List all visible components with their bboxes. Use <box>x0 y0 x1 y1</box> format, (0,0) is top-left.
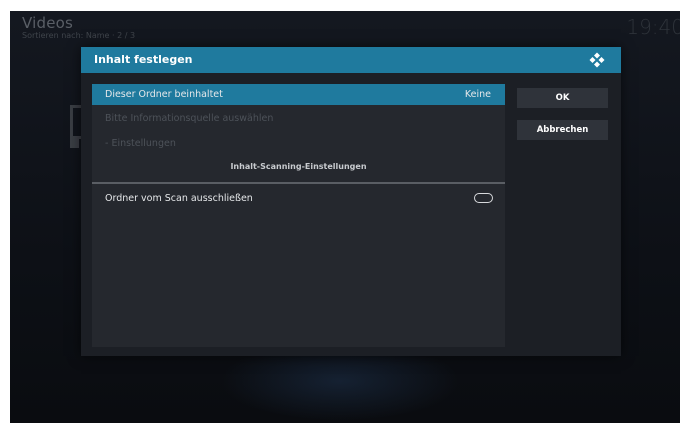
settings-list: Dieser Ordner beinhaltet Keine Bitte Inf… <box>92 84 505 347</box>
information-provider-setting[interactable]: Bitte Informationsquelle auswählen <box>92 108 505 129</box>
kodi-logo-icon <box>589 52 605 68</box>
background-item-icon <box>70 105 81 139</box>
content-type-value: Keine <box>464 89 491 100</box>
cancel-button[interactable]: Abbrechen <box>517 120 608 140</box>
information-provider-label: Bitte Informationsquelle auswählen <box>105 113 274 124</box>
settings-label: - Einstellungen <box>105 138 176 149</box>
section-divider <box>92 182 505 184</box>
set-content-dialog: Inhalt festlegen Dieser Ordner beinhalte… <box>81 47 621 356</box>
dialog-title: Inhalt festlegen <box>94 53 193 66</box>
content-type-label: Dieser Ordner beinhaltet <box>105 89 223 100</box>
exclude-from-scan-setting[interactable]: Ordner vom Scan ausschließen <box>92 188 505 209</box>
settings-setting[interactable]: - Einstellungen <box>92 133 505 154</box>
scan-settings-header: Inhalt-Scanning-Einstellungen <box>230 162 367 171</box>
content-type-setting[interactable]: Dieser Ordner beinhaltet Keine <box>92 84 505 105</box>
exclude-from-scan-label: Ordner vom Scan ausschließen <box>105 193 253 204</box>
dialog-header: Inhalt festlegen <box>81 47 621 73</box>
ok-button[interactable]: OK <box>517 88 608 108</box>
window-title: Videos <box>22 14 74 32</box>
sort-info: Sortieren nach: Name · 2 / 3 <box>22 31 136 40</box>
exclude-from-scan-toggle[interactable] <box>474 193 493 203</box>
clock: 19:40 <box>626 15 680 39</box>
background-item-marker <box>70 139 79 148</box>
